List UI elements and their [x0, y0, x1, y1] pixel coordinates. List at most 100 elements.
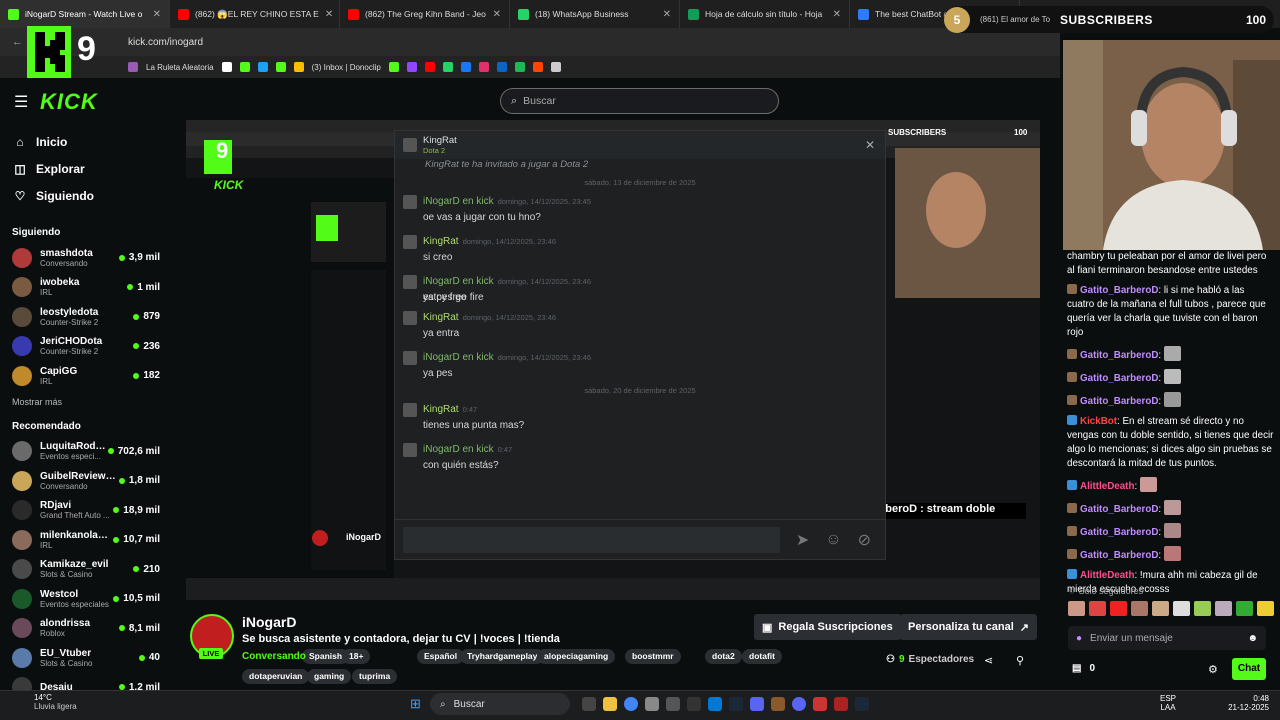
share-icon[interactable]: ⋖ — [984, 654, 993, 667]
emote-icon[interactable] — [1173, 601, 1190, 616]
app-icon[interactable] — [792, 697, 806, 711]
stream-category[interactable]: Conversando — [242, 651, 306, 662]
chat-input[interactable]: ● Enviar un mensaje ☻ — [1068, 626, 1266, 650]
file-explorer-icon[interactable] — [603, 697, 617, 711]
attach-icon[interactable]: ⊘ — [858, 530, 871, 550]
streamer-name[interactable]: iNogarD — [242, 614, 296, 630]
channel-row[interactable]: Kamikaze_evil Slots & Casino 210 — [0, 555, 180, 585]
steam-message-input[interactable] — [403, 526, 780, 553]
emoji-picker-icon[interactable]: ☻ — [1247, 633, 1258, 644]
channel-row[interactable]: iwobeka IRL 1 mil — [0, 273, 180, 303]
chat-settings-icon[interactable]: ⚙ — [1208, 663, 1218, 676]
app-icon[interactable] — [771, 697, 785, 711]
channel-row[interactable]: EU_Vtuber Slots & Casino 40 — [0, 643, 180, 673]
close-icon[interactable]: ✕ — [833, 9, 841, 20]
close-icon[interactable]: ✕ — [153, 9, 161, 20]
stream-tag[interactable]: boostmmr — [625, 649, 681, 664]
close-icon[interactable]: ✕ — [865, 138, 875, 152]
stream-tag[interactable]: dota2 — [705, 649, 742, 664]
emote-icon[interactable] — [1215, 601, 1232, 616]
bookmark-ruleta[interactable]: La Ruleta Aleatoria — [146, 63, 214, 72]
chat-username[interactable]: Gatito_BarberoD — [1080, 396, 1158, 407]
chat-username[interactable]: Gatito_BarberoD — [1080, 550, 1158, 561]
emote-icon[interactable] — [1152, 601, 1169, 616]
steam-active-icon[interactable] — [855, 697, 869, 711]
task-view-icon[interactable] — [582, 697, 596, 711]
emote-icon[interactable] — [1257, 601, 1274, 616]
chat-username[interactable]: Gatito_BarberoD — [1080, 373, 1158, 384]
channel-row[interactable]: RDjavi Grand Theft Auto ... 18,9 mil — [0, 496, 180, 526]
chat-username[interactable]: Gatito_BarberoD — [1080, 527, 1158, 538]
chrome-icon[interactable] — [624, 697, 638, 711]
channel-row[interactable]: CapiGG IRL 182 — [0, 361, 180, 391]
app-icon[interactable] — [687, 697, 701, 711]
system-clock[interactable]: 0:48 21-12-2025 — [1225, 694, 1269, 712]
channel-points[interactable]: ▤ 0 — [1072, 663, 1095, 674]
channel-row[interactable]: LuquitaRodri... Eventos especi... 702,6 mi… — [0, 437, 180, 467]
bookmark-inbox[interactable]: (3) Inbox | Donoclip — [312, 63, 381, 72]
stream-tag[interactable]: 18+ — [342, 649, 371, 664]
discord-icon[interactable] — [750, 697, 764, 711]
channel-row[interactable]: Desaju 1,2 mil — [0, 673, 180, 690]
emote-icon[interactable] — [1131, 601, 1148, 616]
stream-tag[interactable]: tuprima — [352, 669, 398, 684]
chat-username[interactable]: AlittleDeath — [1080, 570, 1134, 581]
chat-username[interactable]: Gatito_BarberoD — [1080, 350, 1158, 361]
close-icon[interactable]: ✕ — [325, 9, 333, 20]
language-indicator[interactable]: ESP LAA — [1160, 694, 1176, 712]
app-icon[interactable] — [813, 697, 827, 711]
chat-username[interactable]: Gatito_BarberoD — [1080, 285, 1158, 296]
app-icon[interactable] — [645, 697, 659, 711]
browser-tab[interactable]: Hoja de cálculo sin título - Hoja ✕ — [680, 0, 850, 28]
emote-icon[interactable] — [1236, 601, 1253, 616]
channel-row[interactable]: GuibelReviewsD... Conversando 1,8 mil — [0, 466, 180, 496]
stream-tag[interactable]: Tryhardgameplay — [460, 649, 545, 664]
app-icon[interactable] — [834, 697, 848, 711]
chat-send-button[interactable]: Chat — [1232, 658, 1266, 680]
channel-row[interactable]: leostyledota Counter-Strike 2 879 — [0, 302, 180, 332]
stream-tag[interactable]: dotaperuvian — [242, 669, 310, 684]
search-input[interactable]: Buscar — [523, 95, 556, 107]
steam-icon[interactable] — [729, 697, 743, 711]
emote-icon[interactable] — [1068, 601, 1085, 616]
channel-row[interactable]: alondrissa Roblox 8,1 mil — [0, 614, 180, 644]
chat-input-placeholder[interactable]: Enviar un mensaje — [1090, 633, 1173, 644]
address-bar[interactable]: ← kick.com/inogard — [0, 28, 1060, 56]
stream-tag[interactable]: Español — [417, 649, 465, 664]
nav-item-explorar[interactable]: ◫ Explorar — [0, 155, 180, 182]
taskbar-search[interactable]: ⌕ Buscar — [430, 693, 570, 715]
close-icon[interactable]: ✕ — [493, 9, 501, 20]
app-icon[interactable] — [666, 697, 680, 711]
stream-tag[interactable]: dotafit — [742, 649, 782, 664]
chat-username[interactable]: Gatito_BarberoD — [1080, 504, 1158, 515]
back-icon[interactable]: ← — [12, 36, 23, 48]
browser-tab[interactable]: (862) The Greg Kihn Band - Jeo ✕ — [340, 0, 510, 28]
chat-username[interactable]: AlittleDeath — [1080, 481, 1134, 492]
nav-item-inicio[interactable]: ⌂ Inicio — [0, 128, 180, 155]
browser-tab[interactable]: (18) WhatsApp Business ✕ — [510, 0, 680, 28]
windows-start-icon[interactable]: ⊞ — [410, 696, 421, 712]
nav-item-siguiendo[interactable]: ♡ Siguiendo — [0, 182, 180, 209]
url-text[interactable]: kick.com/inogard — [128, 37, 203, 48]
send-icon[interactable]: ➤ — [796, 530, 809, 550]
search-bar[interactable]: ⌕ Buscar — [500, 88, 779, 114]
stream-tag[interactable]: alopeciagaming — [537, 649, 616, 664]
close-icon[interactable]: ✕ — [663, 9, 671, 20]
browser-tab[interactable]: iNogarD Stream - Watch Live o ✕ — [0, 0, 170, 28]
kick-logo[interactable]: KICK — [40, 89, 98, 115]
menu-icon[interactable]: ☰ — [14, 92, 28, 112]
stream-tag[interactable]: gaming — [307, 669, 352, 684]
channel-row[interactable]: smashdota Conversando 3,9 mil — [0, 243, 180, 273]
emoji-icon[interactable]: ☺ — [825, 531, 841, 549]
gift-subs-button[interactable]: ▣ Regala Suscripciones — [754, 614, 901, 640]
chat-username[interactable]: KickBot — [1080, 416, 1117, 427]
weather-widget[interactable]: 14°C Lluvia ligera — [12, 693, 77, 711]
emote-icon[interactable] — [1110, 601, 1127, 616]
follow-icon[interactable]: ⚲ — [1016, 654, 1024, 667]
channel-row[interactable]: JeriCHODota Counter-Strike 2 236 — [0, 332, 180, 362]
browser-tab[interactable]: (862) 😱EL REY CHINO ESTA E ✕ — [170, 0, 340, 28]
emote-icon[interactable] — [1194, 601, 1211, 616]
emote-icon[interactable] — [1089, 601, 1106, 616]
show-more-link[interactable]: Mostrar más — [0, 391, 180, 413]
channel-row[interactable]: milenkanolasco IRL 10,7 mil — [0, 525, 180, 555]
